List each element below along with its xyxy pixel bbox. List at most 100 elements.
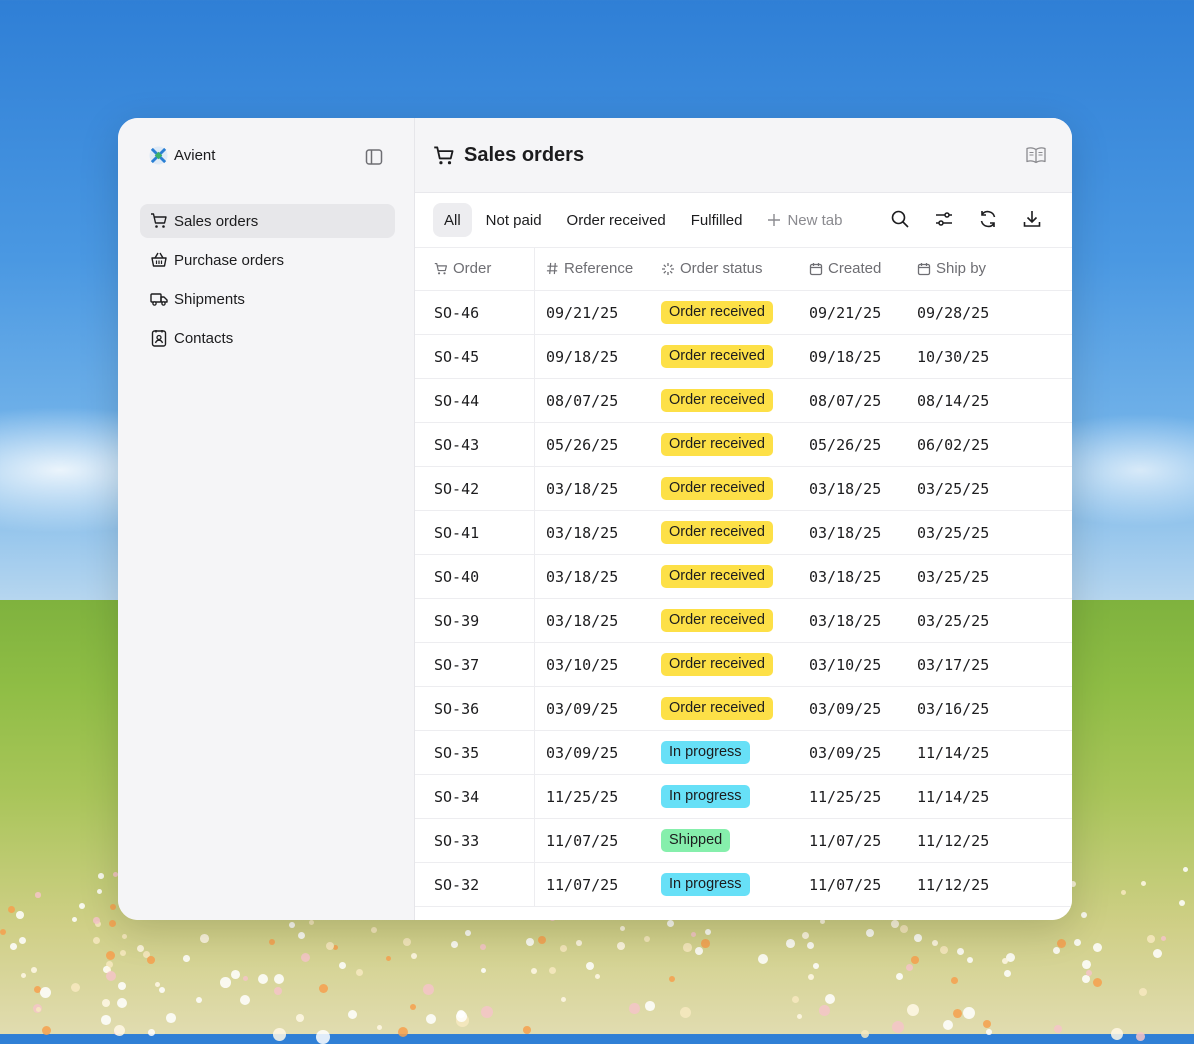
tab-fulfilled[interactable]: Fulfilled xyxy=(680,203,754,237)
tab-all[interactable]: All xyxy=(433,203,472,237)
flower-decoration xyxy=(1147,935,1155,943)
reference-cell: 11/07/25 xyxy=(534,818,661,863)
flower-decoration xyxy=(386,956,392,962)
created-cell: 03/18/25 xyxy=(809,466,917,511)
reference-cell: 03/18/25 xyxy=(534,510,661,555)
order-status-cell: Order received xyxy=(661,554,809,599)
flower-decoration xyxy=(866,929,875,938)
table-row[interactable]: SO-37 03/10/25 Order received 03/10/25 03/17… xyxy=(415,642,1072,687)
flower-decoration xyxy=(120,950,127,957)
flower-decoration xyxy=(940,946,949,955)
flower-decoration xyxy=(0,929,6,935)
table-row[interactable]: SO-45 09/18/25 Order received 09/18/25 10/30… xyxy=(415,334,1072,379)
flower-decoration xyxy=(16,911,24,919)
flower-decoration xyxy=(797,1014,803,1020)
table-row[interactable]: SO-35 03/09/25 In progress 03/09/25 11/14/25 xyxy=(415,730,1072,775)
ship-by-cell: 03/25/25 xyxy=(917,598,1072,643)
filter-sliders-icon[interactable] xyxy=(934,209,954,229)
order-id-cell: SO-39 xyxy=(415,598,535,643)
table-row[interactable]: SO-33 11/07/25 Shipped 11/07/25 11/12/25 xyxy=(415,818,1072,863)
column-header-created[interactable]: Created xyxy=(809,247,917,291)
orders-table-container: Order Reference Order status Created Shi… xyxy=(415,247,1072,920)
sidebar-item-purchase-orders[interactable]: Purchase orders xyxy=(140,243,395,277)
flower-decoration xyxy=(951,977,958,984)
flower-decoration xyxy=(813,963,819,969)
flower-decoration xyxy=(269,939,275,945)
table-row[interactable]: SO-36 03/09/25 Order received 03/09/25 03/16… xyxy=(415,686,1072,731)
flower-decoration xyxy=(106,971,117,982)
order-status-cell: Order received xyxy=(661,686,809,731)
flower-decoration xyxy=(892,1021,905,1034)
flower-decoration xyxy=(560,945,567,952)
table-row[interactable]: SO-34 11/25/25 In progress 11/25/25 11/14/25 xyxy=(415,774,1072,819)
tab-not-paid[interactable]: Not paid xyxy=(475,203,553,237)
flower-decoration xyxy=(669,976,675,982)
flower-decoration xyxy=(1141,881,1147,887)
flower-decoration xyxy=(906,964,914,972)
flower-decoration xyxy=(110,904,117,911)
flower-decoration xyxy=(411,953,418,960)
flower-decoration xyxy=(1139,988,1148,997)
order-id-cell: SO-44 xyxy=(415,378,535,423)
flower-decoration xyxy=(319,984,329,994)
flower-decoration xyxy=(1081,912,1088,919)
sidebar-item-shipments[interactable]: Shipments xyxy=(140,282,395,316)
column-header-order[interactable]: Order xyxy=(415,247,535,291)
order-status-cell: Order received xyxy=(661,598,809,643)
contact-card-icon xyxy=(150,329,168,347)
loader-icon xyxy=(662,262,674,275)
table-row[interactable]: SO-43 05/26/25 Order received 05/26/25 06/02… xyxy=(415,422,1072,467)
flower-decoration xyxy=(1136,1032,1145,1041)
download-icon[interactable] xyxy=(1022,209,1042,229)
column-header-reference[interactable]: Reference xyxy=(534,247,661,291)
flower-decoration xyxy=(967,957,974,964)
cart-icon xyxy=(434,262,448,274)
search-icon[interactable] xyxy=(890,209,910,229)
flower-decoration xyxy=(71,983,81,993)
ship-by-cell: 03/25/25 xyxy=(917,554,1072,599)
created-cell: 05/26/25 xyxy=(809,422,917,467)
table-row[interactable]: SO-41 03/18/25 Order received 03/18/25 03/25… xyxy=(415,510,1072,555)
flower-decoration xyxy=(377,1025,383,1031)
cart-icon xyxy=(434,146,454,164)
flower-decoration xyxy=(576,940,582,946)
table-row[interactable]: SO-32 11/07/25 In progress 11/07/25 11/12/25 xyxy=(415,862,1072,907)
reference-cell: 03/09/25 xyxy=(534,730,661,775)
flower-decoration xyxy=(166,1013,176,1023)
ship-by-cell: 03/16/25 xyxy=(917,686,1072,731)
status-badge: Order received xyxy=(661,565,773,588)
flower-decoration xyxy=(808,974,814,980)
flower-decoration xyxy=(1086,970,1092,976)
ship-by-cell: 11/12/25 xyxy=(917,818,1072,863)
sidebar-toggle-icon[interactable] xyxy=(365,148,383,166)
tab-order-received[interactable]: Order received xyxy=(556,203,677,237)
column-header-order-status[interactable]: Order status xyxy=(661,247,809,291)
status-badge: In progress xyxy=(661,873,750,896)
flower-decoration xyxy=(98,873,104,879)
flower-decoration xyxy=(339,962,347,970)
status-badge: Order received xyxy=(661,609,773,632)
reference-cell: 11/07/25 xyxy=(534,862,661,907)
table-row[interactable]: SO-42 03/18/25 Order received 03/18/25 03/25… xyxy=(415,466,1072,511)
flower-decoration xyxy=(101,1015,111,1025)
created-cell: 03/10/25 xyxy=(809,642,917,687)
app-window: Avient Sales orders Purchase orders Ship… xyxy=(118,118,1072,920)
flower-decoration xyxy=(309,920,315,926)
column-header-ship-by[interactable]: Ship by xyxy=(917,247,1072,291)
table-row[interactable]: SO-44 08/07/25 Order received 08/07/25 08/14… xyxy=(415,378,1072,423)
flower-decoration xyxy=(97,889,103,895)
sidebar-item-contacts[interactable]: Contacts xyxy=(140,321,395,355)
table-row[interactable]: SO-40 03/18/25 Order received 03/18/25 03/25… xyxy=(415,554,1072,599)
sidebar-item-sales-orders[interactable]: Sales orders xyxy=(140,204,395,238)
book-icon[interactable] xyxy=(1026,146,1046,164)
flower-decoration xyxy=(296,1014,304,1022)
order-id-cell: SO-35 xyxy=(415,730,535,775)
created-cell: 03/09/25 xyxy=(809,686,917,731)
refresh-icon[interactable] xyxy=(978,209,998,229)
truck-icon xyxy=(150,290,168,308)
table-row[interactable]: SO-39 03/18/25 Order received 03/18/25 03/25… xyxy=(415,598,1072,643)
new-tab-button[interactable]: New tab xyxy=(756,203,853,237)
table-row[interactable]: SO-46 09/21/25 Order received 09/21/25 09/28… xyxy=(415,290,1072,335)
flower-decoration xyxy=(561,997,567,1003)
cart-icon xyxy=(150,212,168,230)
